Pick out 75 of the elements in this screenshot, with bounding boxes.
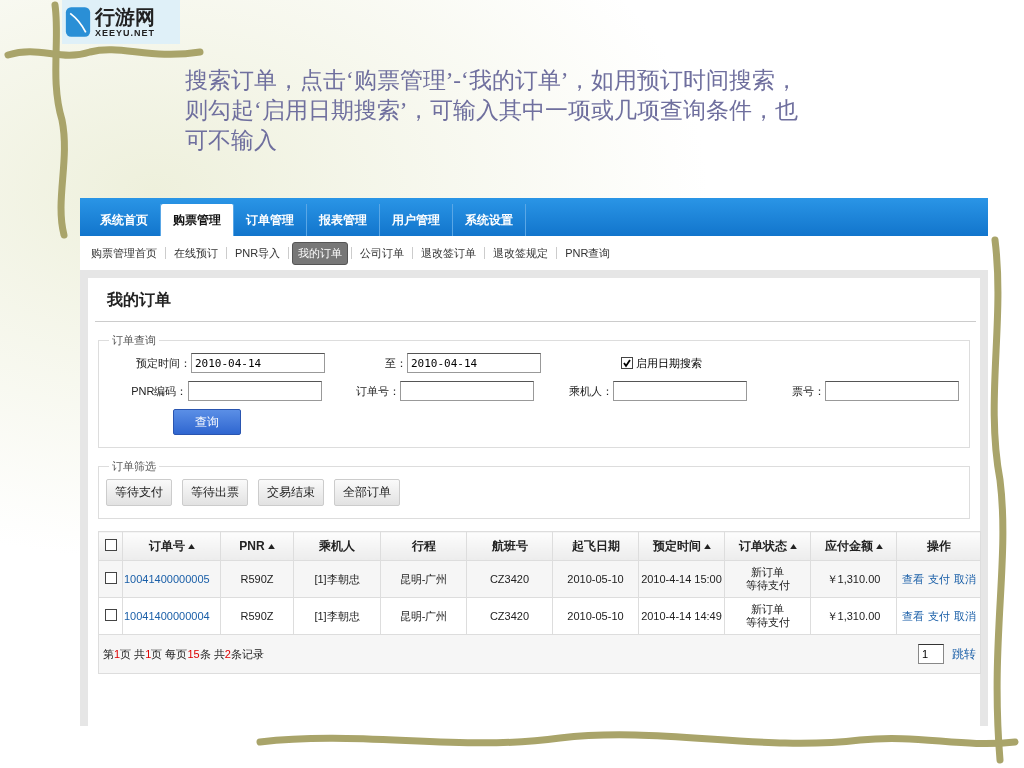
checkbox-label: 启用日期搜索: [636, 355, 702, 371]
filter-button[interactable]: 等待出票: [182, 479, 248, 506]
action-link[interactable]: 查看: [901, 609, 924, 622]
subnav-link[interactable]: PNR导入: [230, 242, 286, 264]
sort-up-icon[interactable]: [187, 543, 195, 549]
checkbox[interactable]: [104, 572, 117, 584]
table-cell: 昆明-广州: [399, 572, 448, 585]
table-cell: [1]李朝忠: [314, 572, 360, 585]
sort-up-icon[interactable]: [789, 543, 797, 549]
page-title: 我的订单: [95, 278, 976, 322]
input-field[interactable]: [187, 381, 322, 401]
field-label: 乘机人：: [568, 383, 613, 399]
search-button[interactable]: 查询: [173, 409, 241, 435]
subnav-link[interactable]: 退改签规定: [488, 242, 554, 264]
table-cell-text: 等待支付: [744, 616, 791, 629]
column-header: 乘机人: [319, 538, 355, 553]
action-link[interactable]: 查看: [901, 572, 924, 585]
action-link[interactable]: 支付: [927, 572, 950, 585]
field-label: 票号：: [792, 383, 825, 399]
field-label: 订单号：: [356, 383, 400, 399]
table-cell: CZ3420: [489, 610, 530, 622]
column-header: 航班号: [491, 538, 528, 553]
table-cell: R590Z: [240, 610, 274, 622]
action-link[interactable]: 取消: [953, 572, 976, 585]
column-header: 起飞日期: [571, 538, 620, 553]
input-field[interactable]: 2010-04-14: [191, 353, 325, 373]
column-header[interactable]: 订单号: [148, 538, 185, 553]
field-label: PNR编码：: [131, 383, 188, 399]
table-cell-text: 新订单: [750, 566, 785, 579]
field-label: 预定时间：: [136, 355, 191, 371]
fieldset-legend: 订单查询: [109, 333, 159, 348]
subnav-link[interactable]: 公司订单: [355, 242, 410, 264]
filter-button[interactable]: 等待支付: [106, 479, 172, 506]
input-field[interactable]: [400, 381, 534, 401]
subnav-link[interactable]: 退改签订单: [416, 242, 482, 264]
subnav-link[interactable]: 在线预订: [169, 242, 223, 264]
table-cell: 2010-4-14 14:49: [641, 610, 722, 622]
checkbox[interactable]: [104, 609, 117, 621]
subnav-link[interactable]: 我的订单: [292, 241, 349, 265]
input-field[interactable]: [612, 381, 747, 401]
input-field[interactable]: [825, 381, 959, 401]
page-input[interactable]: 1: [918, 644, 944, 664]
table-cell: ￥1,310.00: [826, 609, 881, 622]
fieldset-legend: 订单筛选: [109, 459, 159, 474]
table-cell: ￥1,310.00: [826, 572, 881, 585]
nav-tab[interactable]: 购票管理: [161, 204, 234, 236]
filter-button[interactable]: 交易结束: [258, 479, 324, 506]
pagination-info: 第1页 共1页 每页15条 共2条记录: [103, 646, 264, 662]
table-cell: 2010-05-10: [567, 610, 624, 622]
filter-button[interactable]: 全部订单: [334, 479, 400, 506]
table-cell: 2010-05-10: [567, 573, 624, 585]
sort-up-icon[interactable]: [703, 543, 711, 549]
action-link[interactable]: 支付: [927, 609, 950, 622]
sort-up-icon[interactable]: [875, 543, 883, 549]
field-label: 至：: [385, 355, 407, 371]
input-field[interactable]: 2010-04-14: [407, 353, 541, 373]
table-cell-text: 新订单: [750, 603, 785, 616]
caption-text: 搜索订单，点击‘购票管理’-‘我的订单’，如用预订时间搜索，则勾起‘启用日期搜索’，可输入其中一项或几项查询条件，也可不输入: [185, 67, 800, 155]
subnav-link[interactable]: PNR查询: [560, 242, 616, 264]
jump-link[interactable]: 跳转: [952, 645, 976, 663]
subnav-link[interactable]: 购票管理首页: [86, 242, 162, 264]
table-cell: R590Z: [240, 573, 274, 585]
column-header[interactable]: PNR: [239, 539, 265, 553]
column-header: 行程: [411, 538, 436, 553]
logo: 行游网 XEEYU.NET: [62, 0, 180, 44]
column-header: 操作: [926, 538, 951, 553]
table-cell: 2010-4-14 15:00: [641, 573, 722, 585]
checkbox[interactable]: [621, 357, 633, 369]
table-cell-text: 等待支付: [744, 579, 791, 592]
sort-up-icon[interactable]: [267, 544, 275, 550]
table-cell: CZ3420: [489, 573, 530, 585]
action-link[interactable]: 取消: [953, 609, 976, 622]
checkbox[interactable]: [104, 538, 117, 551]
table-cell: [1]李朝忠: [314, 609, 360, 622]
table-cell: 昆明-广州: [399, 609, 448, 622]
